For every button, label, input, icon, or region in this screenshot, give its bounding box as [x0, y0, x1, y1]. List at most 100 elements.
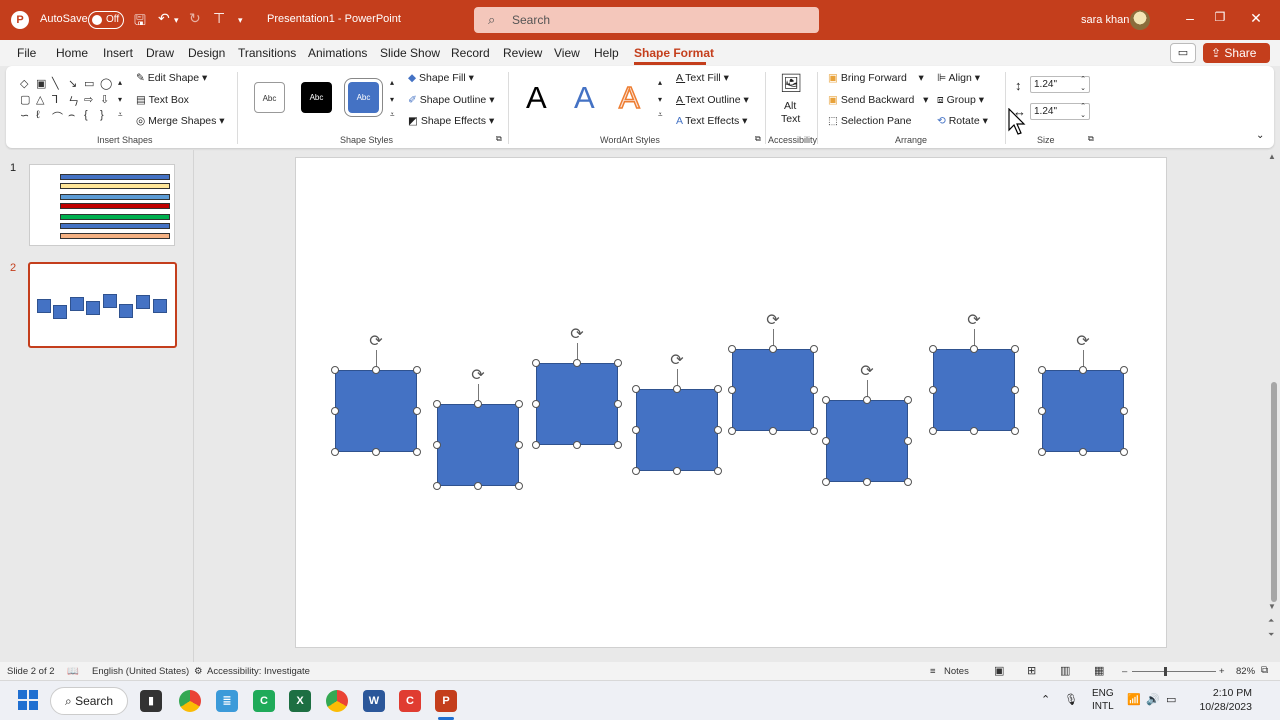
resize-handle[interactable]	[1079, 448, 1087, 456]
alt-text-icon[interactable]: 🖼	[778, 73, 804, 94]
group-button[interactable]: ⧈ Group ▾	[937, 94, 984, 107]
resize-handle[interactable]	[1038, 407, 1046, 415]
resize-handle[interactable]	[433, 400, 441, 408]
textbox-shape-icon[interactable]: ▣	[36, 77, 46, 90]
wordart-orange-a[interactable]: A	[618, 79, 640, 116]
styles-more-icon[interactable]: ⩡	[390, 110, 395, 120]
rotation-handle-icon[interactable]: ⟳	[858, 363, 876, 381]
previous-slide-icon[interactable]: ⏶	[1268, 616, 1274, 626]
align-button[interactable]: ⊫ Align ▾	[937, 72, 980, 84]
wordart-scroll-up-icon[interactable]: ▴	[658, 78, 662, 87]
resize-handle[interactable]	[1011, 386, 1019, 394]
merge-shapes-button[interactable]: ◎ Merge Shapes ▾	[136, 115, 225, 127]
shape-styles-launcher-icon[interactable]: ⧉	[496, 134, 502, 144]
share-button[interactable]: ⇪ Share	[1203, 43, 1270, 63]
resize-handle[interactable]	[673, 385, 681, 393]
tab-home[interactable]: Home	[56, 46, 88, 60]
resize-handle[interactable]	[929, 386, 937, 394]
rotation-handle-icon[interactable]: ⟳	[1074, 333, 1092, 351]
resize-handle[interactable]	[413, 366, 421, 374]
windows-start-icon[interactable]	[18, 690, 38, 710]
accessibility-status[interactable]: Accessibility: Investigate	[207, 666, 310, 677]
zoom-in-icon[interactable]: +	[1219, 666, 1225, 677]
reading-view-icon[interactable]: ▥	[1060, 664, 1070, 677]
resize-handle[interactable]	[413, 407, 421, 415]
blue-square-shape[interactable]	[536, 363, 618, 445]
blue-square-shape[interactable]	[335, 370, 417, 452]
selection-pane-button[interactable]: ⬚ Selection Pane	[828, 115, 911, 127]
wordart-scroll-down-icon[interactable]: ▾	[658, 95, 662, 104]
text-fill-button[interactable]: A Text Fill ▾	[676, 72, 729, 84]
restore-icon[interactable]: ❐	[1210, 10, 1230, 24]
wordart-more-icon[interactable]: ⩡	[658, 110, 663, 120]
scribble-shape-icon[interactable]: ℓ	[36, 109, 40, 121]
bring-forward-button[interactable]: ▣ Bring Forward ▾	[828, 72, 924, 84]
resize-handle[interactable]	[810, 427, 818, 435]
input-language[interactable]: ENG INTL	[1092, 687, 1114, 713]
tab-draw[interactable]: Draw	[146, 46, 174, 60]
blue-square-shape[interactable]	[636, 389, 718, 471]
tab-shape-format[interactable]: Shape Format	[634, 46, 714, 60]
shape-effects-button[interactable]: ◩ Shape Effects ▾	[408, 115, 494, 127]
resize-handle[interactable]	[769, 427, 777, 435]
send-backward-button[interactable]: ▣ Send Backward ▾	[828, 94, 928, 106]
resize-handle[interactable]	[822, 396, 830, 404]
resize-handle[interactable]	[673, 467, 681, 475]
text-outline-button[interactable]: A Text Outline ▾	[676, 94, 749, 106]
right-arrow-shape-icon[interactable]: ⇨	[84, 93, 93, 106]
resize-handle[interactable]	[573, 441, 581, 449]
text-box-button[interactable]: ▤ Text Box	[136, 94, 189, 106]
resize-handle[interactable]	[714, 426, 722, 434]
minimize-icon[interactable]: –	[1180, 10, 1200, 26]
arc-shape-icon[interactable]: ⌢	[68, 109, 75, 122]
oval-shape-icon[interactable]: ◯	[100, 77, 112, 90]
line-shape-icon[interactable]: ╲	[52, 77, 59, 90]
resize-handle[interactable]	[532, 359, 540, 367]
shape-style-swatch-black[interactable]: Abc	[301, 82, 332, 113]
blue-square-shape[interactable]	[437, 404, 519, 486]
user-name[interactable]: sara khan	[1081, 14, 1129, 26]
vertical-scrollbar[interactable]: ▲ ▼ ⏶ ⏷	[1268, 150, 1280, 662]
tab-help[interactable]: Help	[594, 46, 619, 60]
resize-handle[interactable]	[632, 467, 640, 475]
blue-square-shape[interactable]	[826, 400, 908, 482]
autosave-toggle[interactable]: Off	[88, 11, 124, 29]
word-icon[interactable]: W	[363, 690, 385, 712]
wordart-launcher-icon[interactable]: ⧉	[755, 134, 761, 144]
avatar[interactable]	[1130, 10, 1150, 30]
resize-handle[interactable]	[728, 386, 736, 394]
chrome-profile-icon[interactable]	[326, 690, 348, 712]
tab-slide-show[interactable]: Slide Show	[380, 46, 440, 60]
resize-handle[interactable]	[1120, 448, 1128, 456]
curve-shape-icon[interactable]: ⌒	[52, 109, 63, 125]
rotation-handle-icon[interactable]: ⟳	[469, 367, 487, 385]
tab-design[interactable]: Design	[188, 46, 225, 60]
resize-handle[interactable]	[372, 366, 380, 374]
resize-handle[interactable]	[614, 441, 622, 449]
resize-handle[interactable]	[515, 441, 523, 449]
arrow-line-shape-icon[interactable]: ↘	[68, 77, 77, 90]
resize-handle[interactable]	[433, 482, 441, 490]
save-icon[interactable]: 🖫	[134, 10, 146, 34]
resize-handle[interactable]	[474, 400, 482, 408]
resize-handle[interactable]	[1011, 345, 1019, 353]
notes-button[interactable]: Notes	[944, 666, 969, 677]
blue-square-shape[interactable]	[732, 349, 814, 431]
resize-handle[interactable]	[810, 345, 818, 353]
text-effects-button[interactable]: A Text Effects ▾	[676, 115, 747, 127]
brace-left-shape-icon[interactable]: {	[84, 109, 88, 121]
search-box[interactable]: ⌕	[474, 7, 819, 33]
tab-transitions[interactable]: Transitions	[238, 46, 296, 60]
resize-handle[interactable]	[822, 478, 830, 486]
resize-handle[interactable]	[331, 407, 339, 415]
shape-width-input[interactable]: 1.24" ⌃ ⌄	[1030, 103, 1090, 120]
elbow-connector-shape-icon[interactable]: ㄣ	[68, 93, 79, 109]
rotation-handle-icon[interactable]: ⟳	[367, 333, 385, 351]
tab-record[interactable]: Record	[451, 46, 490, 60]
undo-dropdown-icon[interactable]: ▾	[174, 15, 179, 26]
width-spinner-icon[interactable]: ⌃ ⌄	[1080, 102, 1086, 120]
resize-handle[interactable]	[728, 427, 736, 435]
scrollbar-thumb[interactable]	[1271, 382, 1277, 602]
chrome-icon[interactable]	[179, 690, 201, 712]
rectangle-shape-icon[interactable]: ▭	[84, 77, 94, 90]
